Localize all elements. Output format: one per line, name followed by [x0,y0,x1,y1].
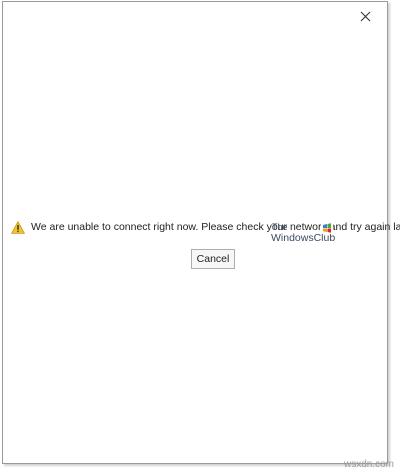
dialog-window: We are unable to connect right now. Plea… [2,1,400,464]
close-button[interactable] [355,7,375,25]
error-message-row: We are unable to connect right now. Plea… [11,218,400,236]
cancel-button[interactable]: Cancel [191,249,235,269]
screenshot: We are unable to connect right now. Plea… [0,0,400,473]
warning-icon [11,220,25,234]
site-watermark: wsxdn.com [343,459,394,470]
close-icon [360,11,370,21]
error-message: We are unable to connect right now. Plea… [31,221,400,233]
